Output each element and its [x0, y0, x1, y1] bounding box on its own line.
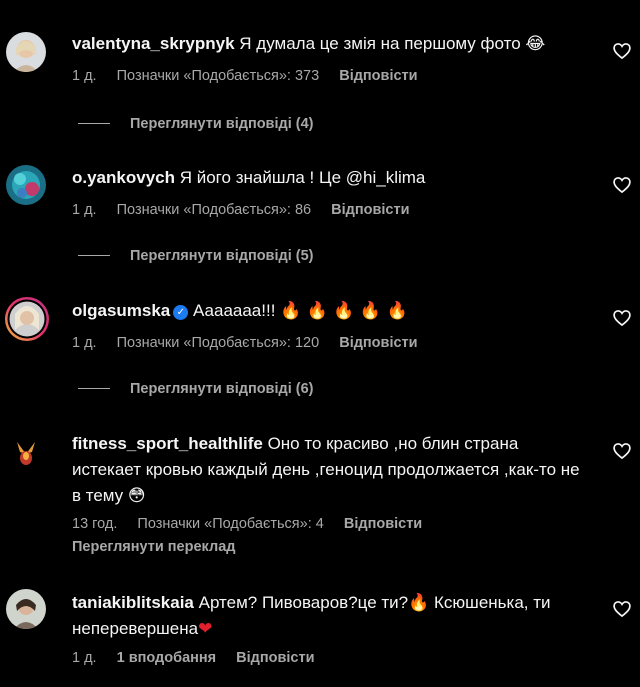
fire-emoji: 🔥 🔥 🔥 🔥 🔥 [280, 301, 408, 321]
username[interactable]: o.yankovych [72, 168, 175, 187]
heart-outline-icon[interactable] [612, 599, 632, 619]
reply-button[interactable]: Відповісти [339, 68, 417, 84]
timestamp[interactable]: 1 д. [72, 650, 97, 666]
view-replies-label: Переглянути відповіді (6) [130, 381, 314, 397]
reply-button[interactable]: Відповісти [344, 516, 422, 532]
username[interactable]: taniakiblitskaia [72, 593, 194, 612]
divider-line [78, 388, 110, 389]
reply-button[interactable]: Відповісти [339, 335, 417, 351]
like-count[interactable]: 1 вподобання [117, 650, 217, 666]
avatar[interactable] [6, 589, 46, 629]
heart-outline-icon[interactable] [612, 308, 632, 328]
comment-body: Я думала це змія на першому фото [239, 34, 521, 53]
like-count[interactable]: Позначки «Подобається»: 86 [117, 202, 312, 218]
comment-text: taniakiblitskaia Артем? Пивоваров?це ти?… [72, 590, 587, 642]
comment-text: olgasumska ✓ Ааааааа!!! 🔥 🔥 🔥 🔥 🔥 [72, 298, 592, 324]
username[interactable]: fitness_sport_healthlife [72, 434, 263, 453]
heart-outline-icon[interactable] [612, 441, 632, 461]
timestamp[interactable]: 1 д. [72, 68, 97, 84]
comment-meta: 1 д. 1 вподобання Відповісти [72, 650, 331, 666]
reply-button[interactable]: Відповісти [236, 650, 314, 666]
avatar-with-story-ring[interactable] [4, 296, 50, 342]
username[interactable]: valentyna_skrypnyk [72, 34, 235, 53]
view-replies-label: Переглянути відповіді (4) [130, 116, 314, 132]
comment-meta: 1 д. Позначки «Подобається»: 86 Відповіс… [72, 202, 426, 218]
reply-button[interactable]: Відповісти [331, 202, 409, 218]
comment-meta: 1 д. Позначки «Подобається»: 373 Відпові… [72, 68, 434, 84]
avatar[interactable] [6, 32, 46, 72]
like-count[interactable]: Позначки «Подобається»: 120 [117, 335, 320, 351]
avatar[interactable] [6, 165, 46, 205]
comment-meta: 1 д. Позначки «Подобається»: 120 Відпові… [72, 335, 434, 351]
view-replies-button[interactable]: Переглянути відповіді (5) [78, 248, 314, 264]
emoji: 😳 [127, 486, 146, 506]
comment-body: Я його знайшла ! Це @hi_klima [179, 168, 426, 187]
fire-emoji: 🔥 [408, 593, 430, 613]
timestamp[interactable]: 1 д. [72, 202, 97, 218]
username[interactable]: olgasumska [72, 301, 170, 320]
comment-meta: 13 год. Позначки «Подобається»: 4 Відпов… [72, 516, 438, 532]
like-count[interactable]: Позначки «Подобається»: 373 [117, 68, 320, 84]
view-replies-button[interactable]: Переглянути відповіді (6) [78, 381, 314, 397]
comment-text: o.yankovych Я його знайшла ! Це @hi_klim… [72, 165, 592, 191]
see-translation-button[interactable]: Переглянути переклад [72, 539, 235, 555]
view-replies-label: Переглянути відповіді (5) [130, 248, 314, 264]
divider-line [78, 255, 110, 256]
heart-outline-icon[interactable] [612, 41, 632, 61]
avatar[interactable] [6, 432, 46, 472]
view-replies-button[interactable]: Переглянути відповіді (4) [78, 116, 314, 132]
like-count[interactable]: Позначки «Подобається»: 4 [137, 516, 323, 532]
timestamp[interactable]: 1 д. [72, 335, 97, 351]
emoji: 😂 [525, 34, 546, 54]
timestamp[interactable]: 13 год. [72, 516, 117, 532]
heart-emoji: ❤ [198, 619, 213, 639]
divider-line [78, 123, 110, 124]
heart-outline-icon[interactable] [612, 175, 632, 195]
comment-text: fitness_sport_healthlife Оно то красиво … [72, 431, 582, 509]
comment-body: Артем? Пивоваров?це ти? [198, 593, 409, 612]
comment-text: valentyna_skrypnyk Я думала це змія на п… [72, 31, 592, 57]
verified-badge-icon: ✓ [173, 305, 189, 320]
comment-body: Ааааааа!!! [193, 301, 276, 320]
